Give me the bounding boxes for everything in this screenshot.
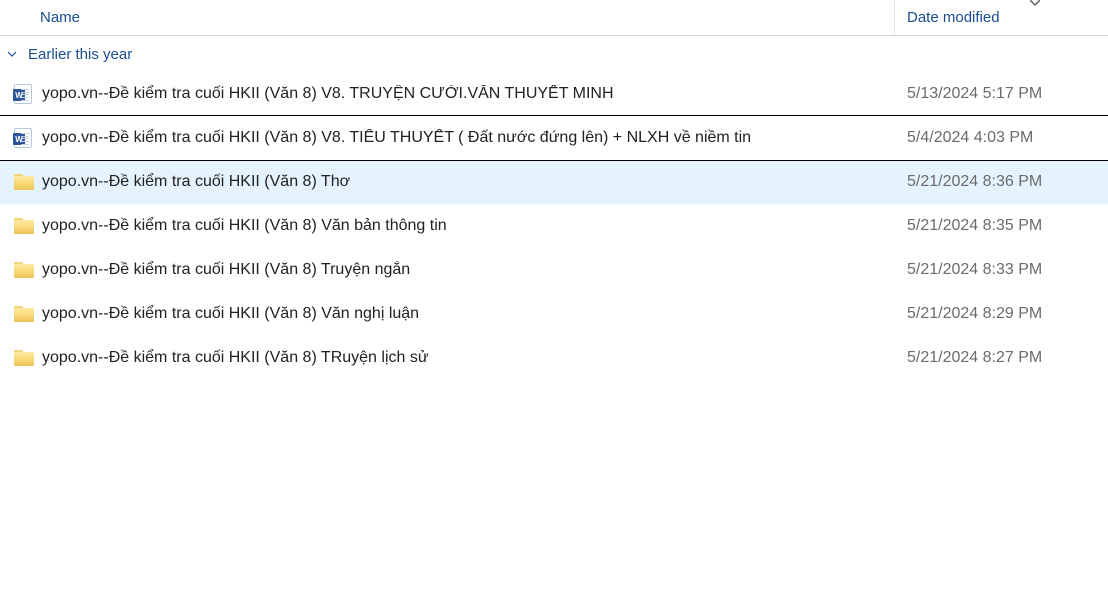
folder-icon: [14, 306, 42, 322]
file-name: yopo.vn--Đề kiểm tra cuối HKII (Văn 8) T…: [42, 261, 895, 279]
file-date: 5/21/2024 8:36 PM: [895, 173, 1108, 191]
file-date: 5/21/2024 8:33 PM: [895, 261, 1108, 279]
file-name: yopo.vn--Đề kiểm tra cuối HKII (Văn 8) V…: [42, 217, 895, 235]
file-date: 5/21/2024 8:35 PM: [895, 217, 1108, 235]
folder-icon: [14, 350, 42, 366]
column-header-name[interactable]: Name: [0, 0, 895, 35]
file-row[interactable]: yopo.vn--Đề kiểm tra cuối HKII (Văn 8) T…: [0, 160, 1108, 204]
file-row[interactable]: yopo.vn--Đề kiểm tra cuối HKII (Văn 8) V…: [0, 292, 1108, 336]
column-header-date[interactable]: Date modified: [895, 0, 1108, 35]
column-header-date-label: Date modified: [907, 9, 1000, 26]
column-header-name-label: Name: [40, 9, 80, 26]
file-date: 5/13/2024 5:17 PM: [895, 85, 1108, 103]
group-header-label: Earlier this year: [28, 46, 132, 63]
file-list: yopo.vn--Đề kiểm tra cuối HKII (Văn 8) V…: [0, 72, 1108, 380]
file-name: yopo.vn--Đề kiểm tra cuối HKII (Văn 8) T…: [42, 349, 895, 367]
file-name: yopo.vn--Đề kiểm tra cuối HKII (Văn 8) V…: [42, 305, 895, 323]
file-name: yopo.vn--Đề kiểm tra cuối HKII (Văn 8) T…: [42, 173, 895, 191]
word-document-icon: [14, 84, 42, 104]
folder-icon: [14, 218, 42, 234]
file-row[interactable]: yopo.vn--Đề kiểm tra cuối HKII (Văn 8) T…: [0, 248, 1108, 292]
chevron-down-icon: [6, 49, 18, 59]
sort-indicator-icon: [1030, 0, 1040, 9]
file-date: 5/21/2024 8:27 PM: [895, 349, 1108, 367]
file-date: 5/21/2024 8:29 PM: [895, 305, 1108, 323]
folder-icon: [14, 174, 42, 190]
word-document-icon: [14, 128, 42, 148]
file-explorer-pane: Name Date modified Earlier this year yop…: [0, 0, 1108, 601]
column-headers: Name Date modified: [0, 0, 1108, 36]
file-name: yopo.vn--Đề kiểm tra cuối HKII (Văn 8) V…: [42, 129, 895, 147]
file-row[interactable]: yopo.vn--Đề kiểm tra cuối HKII (Văn 8) T…: [0, 336, 1108, 380]
file-row[interactable]: yopo.vn--Đề kiểm tra cuối HKII (Văn 8) V…: [0, 204, 1108, 248]
file-date: 5/4/2024 4:03 PM: [895, 129, 1108, 147]
file-row[interactable]: yopo.vn--Đề kiểm tra cuối HKII (Văn 8) V…: [0, 72, 1108, 116]
group-header[interactable]: Earlier this year: [0, 36, 1108, 72]
file-row[interactable]: yopo.vn--Đề kiểm tra cuối HKII (Văn 8) V…: [0, 116, 1108, 160]
file-name: yopo.vn--Đề kiểm tra cuối HKII (Văn 8) V…: [42, 85, 895, 103]
folder-icon: [14, 262, 42, 278]
